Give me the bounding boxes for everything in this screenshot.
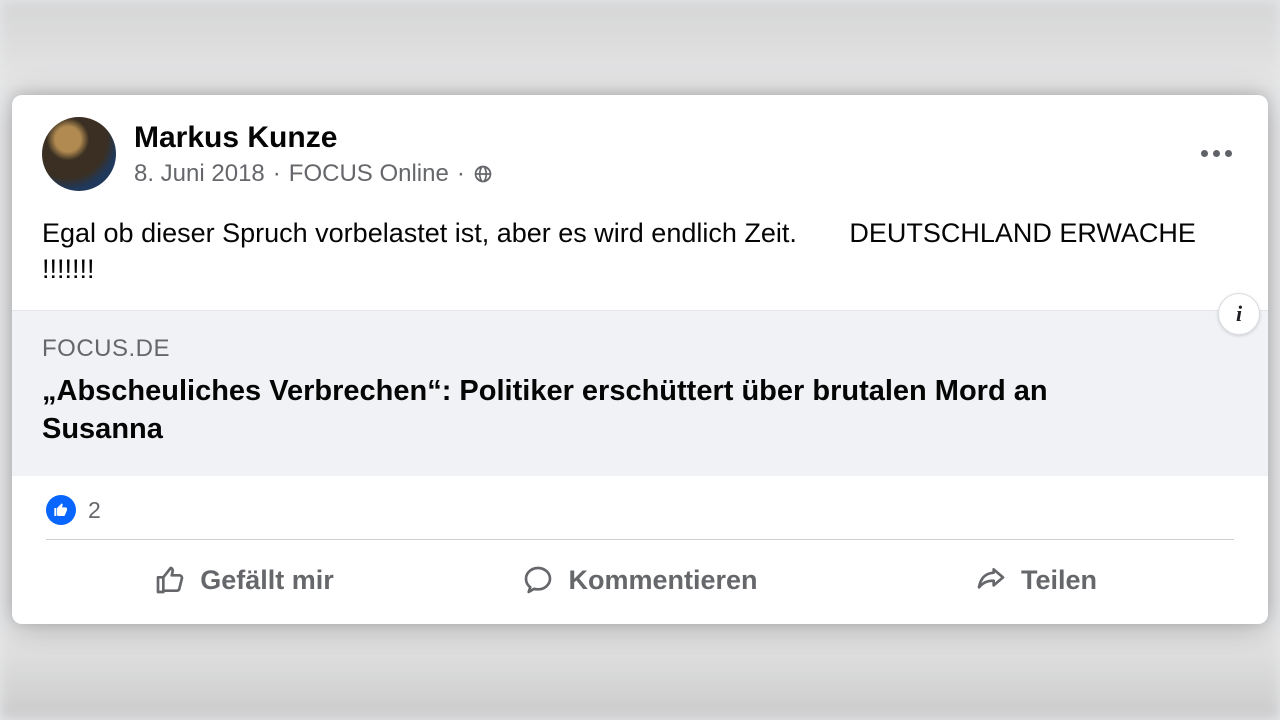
background-blur-top <box>0 0 1280 95</box>
share-label: Teilen <box>1021 565 1097 596</box>
link-preview[interactable]: i FOCUS.DE „Abscheuliches Verbrechen“: P… <box>12 310 1268 476</box>
meta-separator: · <box>457 160 465 188</box>
reaction-count: 2 <box>88 497 101 524</box>
like-label: Gefällt mir <box>200 565 334 596</box>
actions-bar: Gefällt mir Kommentieren Teilen <box>46 539 1234 624</box>
author-name[interactable]: Markus Kunze <box>134 120 493 156</box>
comment-icon <box>522 564 554 596</box>
post-meta: 8. Juni 2018 · FOCUS Online · <box>134 160 493 188</box>
post-source[interactable]: FOCUS Online <box>289 160 449 188</box>
info-icon: i <box>1236 301 1242 327</box>
post-card: Markus Kunze 8. Juni 2018 · FOCUS Online… <box>12 95 1268 624</box>
thumbs-up-icon <box>154 564 186 596</box>
meta-separator: · <box>273 160 281 188</box>
share-button[interactable]: Teilen <box>838 552 1234 608</box>
more-options-button[interactable] <box>1194 131 1238 175</box>
comment-label: Kommentieren <box>568 565 757 596</box>
avatar[interactable] <box>42 117 116 191</box>
globe-icon[interactable] <box>473 164 493 184</box>
post-text: Egal ob dieser Spruch vorbelastet ist, a… <box>12 205 1268 310</box>
ellipsis-icon <box>1201 150 1232 157</box>
share-icon <box>975 564 1007 596</box>
link-domain: FOCUS.DE <box>42 335 1238 363</box>
link-title: „Abscheuliches Verbrechen“: Politiker er… <box>42 373 1122 448</box>
post-header: Markus Kunze 8. Juni 2018 · FOCUS Online… <box>12 95 1268 205</box>
author-block: Markus Kunze 8. Juni 2018 · FOCUS Online… <box>134 120 493 188</box>
background-blur-bottom <box>0 625 1280 720</box>
info-button[interactable]: i <box>1218 293 1260 335</box>
comment-button[interactable]: Kommentieren <box>442 552 838 608</box>
reactions-row[interactable]: 2 <box>12 476 1268 539</box>
like-reaction-icon <box>46 495 76 525</box>
post-date[interactable]: 8. Juni 2018 <box>134 160 265 188</box>
like-button[interactable]: Gefällt mir <box>46 552 442 608</box>
